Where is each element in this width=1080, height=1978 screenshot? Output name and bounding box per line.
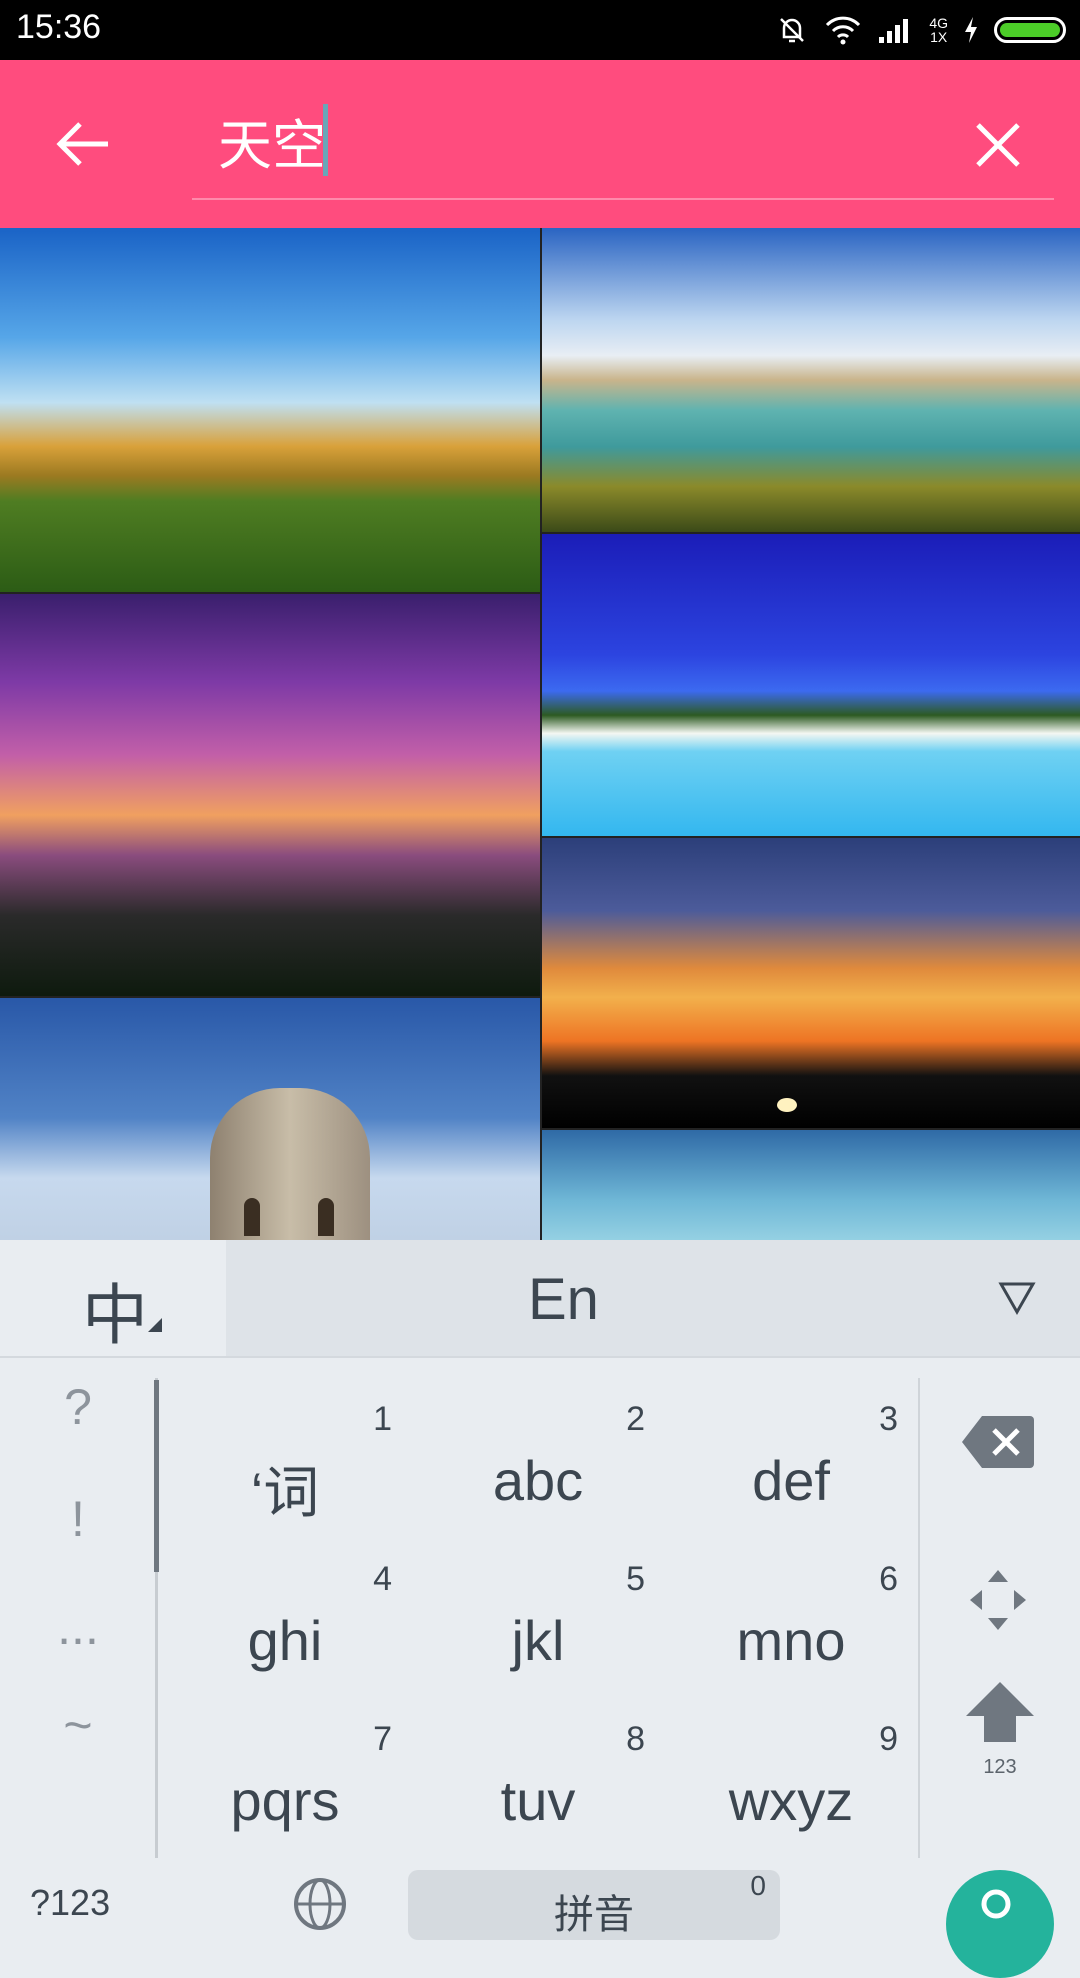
image-results-grid: [0, 228, 1080, 1240]
key-3[interactable]: def 3: [666, 1400, 916, 1550]
symbol-question[interactable]: ?: [0, 1378, 156, 1436]
key-number: 8: [626, 1720, 645, 1758]
image-tile-grassland-sky[interactable]: [0, 228, 540, 592]
chinese-mode-button[interactable]: 中: [0, 1240, 224, 1356]
key-label: ghi: [247, 1609, 323, 1672]
symbol-column: ? ! ... ~: [0, 1378, 156, 1858]
key-label: wxyz: [728, 1769, 854, 1832]
key-number: 3: [879, 1400, 898, 1438]
collapse-keyboard-icon[interactable]: [998, 1280, 1036, 1316]
sun-shape: [777, 1098, 797, 1112]
key-label: ‘词: [250, 1461, 320, 1524]
back-arrow-icon[interactable]: [52, 112, 116, 176]
shift-sub-label: 123: [983, 1756, 1017, 1778]
image-tile-purple-sunset-trees[interactable]: [0, 594, 540, 996]
corner-triangle-icon: [148, 1318, 162, 1332]
cursor-move-icon[interactable]: [968, 1568, 1028, 1632]
text-caret: [323, 104, 328, 176]
key-1[interactable]: ‘词 1: [160, 1400, 410, 1550]
network-type-bottom: 1X: [930, 29, 948, 45]
key-4[interactable]: ghi 4: [160, 1560, 410, 1710]
space-label: 拼音: [554, 1893, 634, 1937]
image-tile-orange-sunset-clouds[interactable]: [542, 838, 1080, 1128]
charging-icon: [965, 17, 977, 43]
battery-icon: [994, 17, 1066, 43]
key-label: def: [752, 1449, 830, 1512]
key-number: 2: [626, 1400, 645, 1438]
key-7[interactable]: pqrs 7: [160, 1720, 410, 1870]
key-number: 7: [373, 1720, 392, 1758]
image-tile-lake-mountains-clouds[interactable]: [542, 228, 1080, 532]
shift-arrow-icon: [966, 1682, 1034, 1742]
shift-button[interactable]: 123: [962, 1678, 1038, 1788]
chinese-mode-label: 中: [82, 1277, 148, 1354]
keyboard-bottom-row: ?123 拼音 0: [0, 1870, 1080, 1978]
image-tile-beach-blue-sky[interactable]: [542, 534, 1080, 836]
mute-alarm-icon: [780, 18, 805, 43]
key-label: jkl: [511, 1609, 565, 1672]
image-tile-blue-sky-clouds[interactable]: [542, 1130, 1080, 1240]
key-6[interactable]: mno 6: [666, 1560, 916, 1710]
numeric-mode-button[interactable]: ?123: [30, 1882, 110, 1924]
search-input[interactable]: [216, 110, 980, 182]
key-number: 5: [626, 1560, 645, 1598]
keyboard-candidate-bar: En: [226, 1240, 1080, 1356]
key-number: 1: [373, 1400, 392, 1438]
wifi-icon: [826, 16, 861, 45]
network-type-top: 4G: [929, 15, 948, 31]
key-number: 6: [879, 1560, 898, 1598]
space-key[interactable]: 拼音 0: [408, 1870, 780, 1940]
key-8[interactable]: tuv 8: [413, 1720, 663, 1870]
image-tile-tower-blue-sky[interactable]: [0, 998, 540, 1240]
soft-keyboard: 中 En ? ! ... ~ ‘词 1 abc 2 def 3 ghi 4 jk…: [0, 1240, 1080, 1978]
function-column: 123: [920, 1378, 1080, 1858]
key-label: pqrs: [230, 1769, 340, 1832]
key-2[interactable]: abc 2: [413, 1400, 663, 1550]
search-icon: [981, 1889, 1011, 1919]
key-number: 4: [373, 1560, 392, 1598]
key-9[interactable]: wxyz 9: [666, 1720, 916, 1870]
keyboard-toolbar: 中 En: [0, 1240, 1080, 1358]
symbol-exclamation[interactable]: !: [0, 1490, 156, 1548]
key-label: tuv: [500, 1769, 576, 1832]
status-icons: 4G 1X: [775, 10, 1066, 50]
symbol-ellipsis[interactable]: ...: [0, 1598, 156, 1656]
key-number: 9: [879, 1720, 898, 1758]
search-toolbar: [0, 60, 1080, 228]
symbol-tilde[interactable]: ~: [0, 1696, 156, 1754]
english-mode-button[interactable]: En: [528, 1266, 599, 1333]
status-time: 15:36: [16, 8, 102, 46]
close-icon[interactable]: [968, 115, 1028, 175]
search-field[interactable]: [192, 94, 1054, 200]
key-5[interactable]: jkl 5: [413, 1560, 663, 1710]
globe-icon[interactable]: [292, 1876, 348, 1932]
signal-icon: [879, 19, 909, 43]
key-label: mno: [736, 1609, 846, 1672]
key-label: abc: [492, 1449, 584, 1512]
network-type: 4G 1X: [929, 16, 948, 44]
symbol-scrollbar-thumb[interactable]: [154, 1380, 159, 1572]
space-number: 0: [750, 1870, 766, 1901]
search-key[interactable]: [946, 1870, 1054, 1978]
backspace-icon[interactable]: [962, 1414, 1034, 1470]
status-bar: 15:36 4G 1X: [0, 0, 1080, 60]
tower-shape: [210, 1088, 370, 1240]
